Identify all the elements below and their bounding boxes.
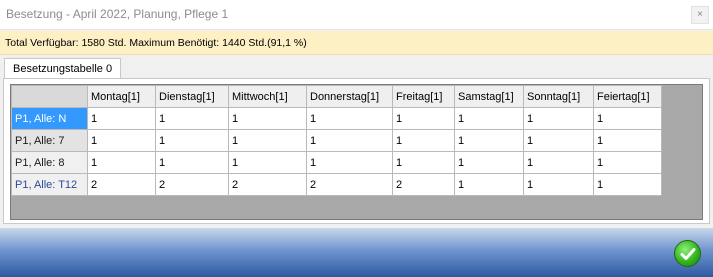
table-cell[interactable]: 1 xyxy=(454,129,524,152)
col-header-montag[interactable]: Montag[1] xyxy=(87,85,156,108)
window-title: Besetzung - April 2022, Planung, Pflege … xyxy=(6,7,229,21)
table-cell[interactable]: 1 xyxy=(228,129,307,152)
col-header-dienstag[interactable]: Dienstag[1] xyxy=(155,85,229,108)
row-header-7[interactable]: P1, Alle: 7 xyxy=(11,129,88,152)
table-row: P1, Alle: T12 2 2 2 2 2 1 1 1 xyxy=(11,173,662,196)
table-cell[interactable]: 2 xyxy=(155,173,229,196)
table-cell[interactable]: 1 xyxy=(392,129,455,152)
table-cell[interactable]: 1 xyxy=(392,151,455,174)
table-row: P1, Alle: N 1 1 1 1 1 1 1 1 xyxy=(11,107,662,130)
col-header-sonntag[interactable]: Sonntag[1] xyxy=(523,85,594,108)
table-cell[interactable]: 1 xyxy=(454,173,524,196)
header-row: Montag[1] Dienstag[1] Mittwoch[1] Donner… xyxy=(11,85,662,108)
table-cell[interactable]: 1 xyxy=(523,151,594,174)
table-cell[interactable]: 1 xyxy=(228,151,307,174)
table-cell[interactable]: 1 xyxy=(87,107,156,130)
info-bar: Total Verfügbar: 1580 Std. Maximum Benöt… xyxy=(0,31,713,55)
table-cell[interactable]: 1 xyxy=(523,129,594,152)
table-cell[interactable]: 1 xyxy=(593,173,662,196)
table-cell[interactable]: 1 xyxy=(454,107,524,130)
col-header-samstag[interactable]: Samstag[1] xyxy=(454,85,524,108)
row-header-t12[interactable]: P1, Alle: T12 xyxy=(11,173,88,196)
corner-cell[interactable] xyxy=(11,85,88,108)
availability-summary: Total Verfügbar: 1580 Std. Maximum Benöt… xyxy=(5,37,307,49)
table-row: P1, Alle: 8 1 1 1 1 1 1 1 1 xyxy=(11,151,662,174)
table-cell[interactable]: 1 xyxy=(306,107,393,130)
tab-strip: Besetzungstabelle 0 xyxy=(0,55,713,80)
table-cell[interactable]: 1 xyxy=(392,107,455,130)
table-cell[interactable]: 2 xyxy=(392,173,455,196)
ok-button[interactable] xyxy=(674,240,701,267)
table-cell[interactable]: 1 xyxy=(155,129,229,152)
row-header-8[interactable]: P1, Alle: 8 xyxy=(11,151,88,174)
tab-besetzungstabelle-0[interactable]: Besetzungstabelle 0 xyxy=(4,58,122,80)
checkmark-icon xyxy=(680,248,696,260)
staffing-table: Montag[1] Dienstag[1] Mittwoch[1] Donner… xyxy=(11,85,662,196)
col-header-feiertag[interactable]: Feiertag[1] xyxy=(593,85,662,108)
table-cell[interactable]: 1 xyxy=(593,151,662,174)
close-button[interactable]: × xyxy=(691,6,709,24)
table-cell[interactable]: 2 xyxy=(228,173,307,196)
row-header-n[interactable]: P1, Alle: N xyxy=(11,107,88,130)
col-header-freitag[interactable]: Freitag[1] xyxy=(392,85,455,108)
table-cell[interactable]: 1 xyxy=(523,173,594,196)
table-row: P1, Alle: 7 1 1 1 1 1 1 1 1 xyxy=(11,129,662,152)
tab-panel: Montag[1] Dienstag[1] Mittwoch[1] Donner… xyxy=(3,78,710,224)
table-cell[interactable]: 1 xyxy=(87,129,156,152)
close-icon: × xyxy=(697,9,703,20)
table-cell[interactable]: 1 xyxy=(306,151,393,174)
staffing-grid: Montag[1] Dienstag[1] Mittwoch[1] Donner… xyxy=(10,84,703,220)
table-cell[interactable]: 1 xyxy=(593,129,662,152)
col-header-donnerstag[interactable]: Donnerstag[1] xyxy=(306,85,393,108)
col-header-mittwoch[interactable]: Mittwoch[1] xyxy=(228,85,307,108)
table-cell[interactable]: 1 xyxy=(454,151,524,174)
table-cell[interactable]: 1 xyxy=(87,151,156,174)
table-cell[interactable]: 1 xyxy=(593,107,662,130)
table-cell[interactable]: 1 xyxy=(306,129,393,152)
table-cell[interactable]: 1 xyxy=(523,107,594,130)
footer-bar xyxy=(0,228,713,277)
table-cell[interactable]: 1 xyxy=(155,151,229,174)
table-cell[interactable]: 1 xyxy=(155,107,229,130)
title-bar: Besetzung - April 2022, Planung, Pflege … xyxy=(0,0,713,30)
table-cell[interactable]: 2 xyxy=(87,173,156,196)
table-cell[interactable]: 2 xyxy=(306,173,393,196)
table-cell[interactable]: 1 xyxy=(228,107,307,130)
